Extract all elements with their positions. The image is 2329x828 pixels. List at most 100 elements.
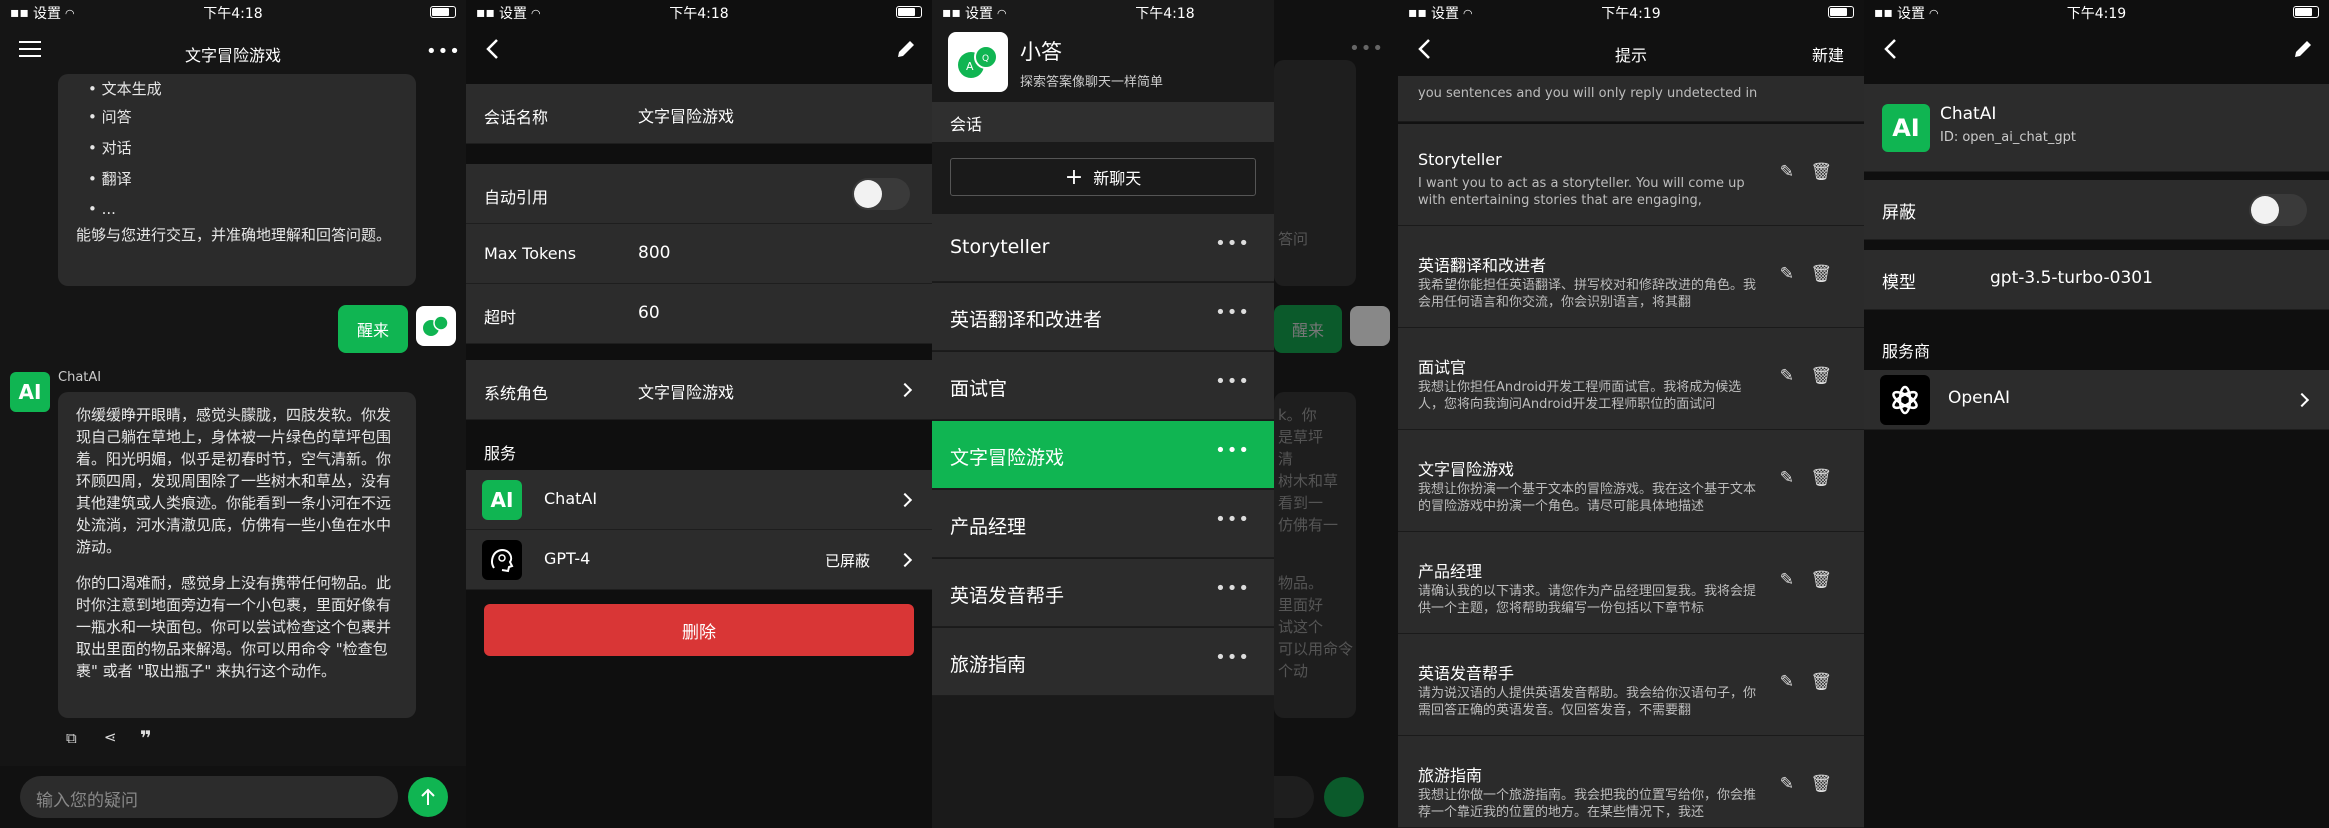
message-text: 你的口渴难耐，感觉身上没有携带任何物品。此时你注意到地面旁边有一个小包裹，里面好… bbox=[76, 574, 392, 680]
quote-icon[interactable]: ❞ bbox=[140, 726, 152, 750]
trash-icon[interactable]: 🗑 bbox=[1810, 468, 1832, 488]
trash-icon[interactable]: 🗑 bbox=[1810, 366, 1832, 386]
conversation-item[interactable]: 英语翻译和改进者 ••• bbox=[932, 283, 1274, 351]
service-detail-screen: ▪▪ 设置 ◠ 下午4:19 AI ChatAI ID: open_ai_chat_… bbox=[1864, 0, 2329, 828]
bot-message-bubble-1: • 文本生成 • 问答 • 对话 • 翻译 • ... 能够与您进行交互，并准确… bbox=[58, 74, 416, 286]
edit-icon[interactable]: ✎ bbox=[1780, 774, 1794, 794]
chatai-logo: AI bbox=[482, 480, 522, 520]
list-item: • 文本生成 bbox=[88, 80, 162, 96]
trash-icon[interactable]: 🗑 bbox=[1810, 570, 1832, 590]
session-name-row[interactable]: 会话名称 文字冒险游戏 bbox=[466, 84, 932, 144]
prompt-item[interactable]: 英语翻译和改进者 我希望你能担任英语翻译、拼写校对和修辞改进的角色。我会用任何语言… bbox=[1398, 226, 1864, 328]
conversation-item[interactable]: Storyteller ••• bbox=[932, 214, 1274, 282]
list-item: • 翻译 bbox=[88, 170, 132, 188]
bot-avatar: AI bbox=[10, 372, 50, 412]
drawer: ▪▪ 设置 ◠ 下午4:18 AQ 小答 探索答案像聊天一样简单 会话 + 新聊天 S… bbox=[932, 0, 1274, 828]
trash-icon[interactable]: 🗑 bbox=[1810, 264, 1832, 284]
trash-icon[interactable]: 🗑 bbox=[1810, 774, 1832, 794]
model-row[interactable]: 模型 gpt-3.5-turbo-0301 bbox=[1864, 250, 2329, 310]
edit-icon[interactable]: ✎ bbox=[1780, 264, 1794, 284]
new-chat-container: + 新聊天 bbox=[932, 142, 1274, 214]
trash-icon[interactable]: 🗑 bbox=[1810, 672, 1832, 692]
prompt-item[interactable]: Storyteller I want you to act as a storyt… bbox=[1398, 124, 1864, 226]
prompt-item[interactable]: 旅游指南 我想让你做一个旅游指南。我会把我的位置写给你，你会推荐一个靠近我的位置的… bbox=[1398, 736, 1864, 828]
conversation-item[interactable]: 旅游指南 ••• bbox=[932, 628, 1274, 696]
timeout-row[interactable]: 超时 60 bbox=[466, 284, 932, 344]
prompt-item[interactable]: 文字冒险游戏 我想让你扮演一个基于文本的冒险游戏。我在这个基于文本的冒险游戏中扮演… bbox=[1398, 430, 1864, 532]
edit-icon[interactable] bbox=[2289, 38, 2317, 66]
service-id: ID: open_ai_chat_gpt bbox=[1940, 130, 2076, 145]
more-icon[interactable]: ••• bbox=[426, 38, 460, 66]
more-icon: ••• bbox=[1215, 233, 1250, 254]
drawer-screen: ••• 答问 醒来 k。你 是草坪 清 树木和草 看到一 仿佛有一 物品。 里面… bbox=[932, 0, 1398, 828]
prompt-item-partial[interactable]: you sentences and you will only reply un… bbox=[1398, 76, 1864, 122]
chevron-right-icon bbox=[897, 492, 913, 508]
blocked-badge: 已屏蔽 bbox=[824, 552, 870, 570]
conversation-item[interactable]: 产品经理 ••• bbox=[932, 490, 1274, 558]
input-bar: 输入您的疑问 bbox=[0, 766, 466, 828]
message-input[interactable]: 输入您的疑问 bbox=[20, 776, 398, 818]
battery-icon bbox=[2293, 6, 2319, 18]
block-toggle[interactable] bbox=[2249, 194, 2307, 226]
max-tokens-row[interactable]: Max Tokens 800 bbox=[466, 224, 932, 284]
page-title: 提示 bbox=[1614, 46, 1647, 65]
services-header: 服务 bbox=[484, 444, 517, 463]
message-text: 你缓缓睁开眼睛，感觉头朦胧，四肢发软。你发现自己躺在草地上，身体被一片绿色的草坪… bbox=[76, 406, 392, 556]
svg-text:Q: Q bbox=[982, 54, 989, 64]
status-bar: ▪▪ 设置 ◠ 下午4:18 bbox=[0, 0, 466, 24]
prompt-item[interactable]: 面试官 我想让你担任Android开发工程师面试官。我将成为候选人，您将向我询问A… bbox=[1398, 328, 1864, 430]
provider-header: 服务商 bbox=[1882, 342, 1931, 361]
block-row: 屏蔽 bbox=[1864, 180, 2329, 240]
prompt-item[interactable]: 产品经理 请确认我的以下请求。请您作为产品经理回复我。我将会提供一个主题，您将帮助… bbox=[1398, 532, 1864, 634]
new-chat-button[interactable]: + 新聊天 bbox=[950, 158, 1256, 196]
user-message-bubble: 醒来 bbox=[338, 305, 408, 353]
battery-icon bbox=[896, 6, 922, 18]
section-header: 会话 bbox=[932, 102, 1274, 142]
trash-icon[interactable]: 🗑 bbox=[1810, 162, 1832, 182]
list-item: • 对话 bbox=[88, 139, 132, 157]
chat-bubbles-icon: AQ bbox=[958, 45, 998, 78]
service-row-chatai[interactable]: AI ChatAI bbox=[466, 470, 932, 530]
chat-navbar: 文字冒险游戏 ••• bbox=[0, 28, 466, 76]
battery-icon bbox=[430, 6, 456, 18]
conversation-item[interactable]: 英语发音帮手 ••• bbox=[932, 559, 1274, 627]
bot-message-bubble-2: 你缓缓睁开眼睛，感觉头朦胧，四肢发软。你发现自己躺在草地上，身体被一片绿色的草坪… bbox=[58, 392, 416, 718]
status-bar: ▪▪ 设置 ◠ 下午4:19 bbox=[1398, 0, 1864, 24]
new-button[interactable]: 新建 bbox=[1812, 42, 1844, 66]
list-item: • 问答 bbox=[88, 108, 132, 126]
chatai-logo: AI bbox=[1882, 104, 1930, 152]
dim-bubble bbox=[1274, 60, 1356, 286]
more-icon: ••• bbox=[1215, 371, 1250, 392]
status-bar: ▪▪ 设置 ◠ 下午4:18 bbox=[466, 0, 932, 24]
service-row-gpt4[interactable]: GPT-4 已屏蔽 bbox=[466, 530, 932, 590]
status-bar: ▪▪ 设置 ◠ 下午4:18 bbox=[942, 5, 1195, 22]
service-name: ChatAI bbox=[1940, 104, 1997, 124]
user-avatar bbox=[416, 306, 456, 346]
back-icon[interactable] bbox=[478, 38, 506, 66]
back-icon[interactable] bbox=[1876, 38, 1904, 66]
prompt-item[interactable]: 英语发音帮手 请为说汉语的人提供英语发音帮助。我会给你汉语句子，你需回答正确的英语… bbox=[1398, 634, 1864, 736]
edit-icon[interactable]: ✎ bbox=[1780, 366, 1794, 386]
copy-icon[interactable]: ⧉ bbox=[66, 729, 77, 747]
more-icon: ••• bbox=[1215, 578, 1250, 599]
service-header: AI ChatAI ID: open_ai_chat_gpt bbox=[1864, 84, 2329, 172]
system-role-row[interactable]: 系统角色 文字冒险游戏 bbox=[466, 360, 932, 420]
edit-icon[interactable]: ✎ bbox=[1780, 162, 1794, 182]
service-navbar bbox=[1864, 28, 2329, 76]
provider-row-openai[interactable]: OpenAI bbox=[1864, 370, 2329, 430]
auto-quote-toggle[interactable] bbox=[852, 178, 910, 210]
conversation-item-active[interactable]: 文字冒险游戏 ••• bbox=[932, 421, 1274, 489]
delete-button[interactable]: 删除 bbox=[484, 604, 914, 656]
prompts-navbar: 提示 新建 bbox=[1398, 28, 1864, 76]
edit-icon[interactable]: ✎ bbox=[1780, 468, 1794, 488]
conversation-item[interactable]: 面试官 ••• bbox=[932, 352, 1274, 420]
chevron-right-icon bbox=[897, 382, 913, 398]
share-icon[interactable]: ⋖ bbox=[104, 728, 117, 746]
send-button[interactable] bbox=[408, 777, 448, 817]
edit-icon[interactable]: ✎ bbox=[1780, 672, 1794, 692]
edit-icon[interactable]: ✎ bbox=[1780, 570, 1794, 590]
more-icon: ••• bbox=[1215, 440, 1250, 461]
dim-input bbox=[1274, 776, 1314, 818]
edit-icon[interactable] bbox=[892, 38, 920, 66]
openai-logo-icon bbox=[1880, 375, 1930, 425]
